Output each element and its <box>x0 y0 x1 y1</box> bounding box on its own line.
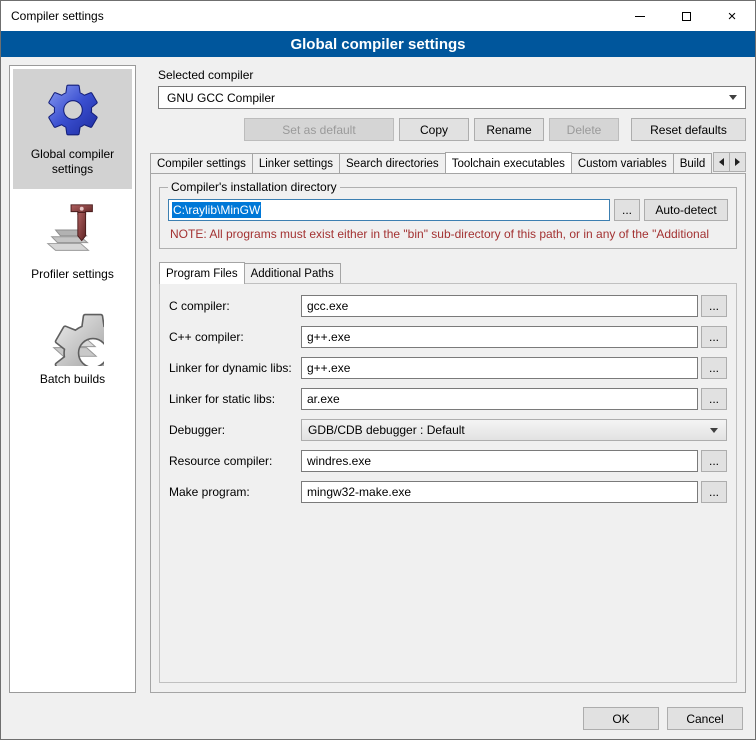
resource-compiler-label: Resource compiler: <box>169 454 301 468</box>
tab-scroll-buttons <box>714 152 746 172</box>
tab-additional-paths[interactable]: Additional Paths <box>244 263 341 283</box>
sidebar-item-label: Batch builds <box>40 372 105 387</box>
install-dir-input[interactable]: C:\raylib\MinGW <box>168 199 610 221</box>
title-bar: Compiler settings × <box>1 1 755 31</box>
linker-static-browse-button[interactable]: ... <box>701 388 727 410</box>
settings-tab-strip: Compiler settings Linker settings Search… <box>150 151 746 173</box>
c-compiler-label: C compiler: <box>169 299 301 313</box>
maximize-button[interactable] <box>663 1 709 31</box>
make-program-row: Make program: ... <box>169 481 727 503</box>
make-program-input[interactable] <box>301 481 698 503</box>
selected-compiler-combobox[interactable]: GNU GCC Compiler <box>158 86 746 109</box>
c-compiler-row: C compiler: ... <box>169 295 727 317</box>
sidebar-item-global-compiler-settings[interactable]: Global compiler settings <box>13 69 132 189</box>
tab-scroll-left-button[interactable] <box>713 152 730 172</box>
cpp-compiler-browse-button[interactable]: ... <box>701 326 727 348</box>
toolchain-executables-page: Compiler's installation directory C:\ray… <box>150 173 746 693</box>
tab-custom-variables[interactable]: Custom variables <box>571 153 674 173</box>
installation-directory-row: C:\raylib\MinGW ... Auto-detect <box>168 199 728 221</box>
install-dir-browse-button[interactable]: ... <box>614 199 640 221</box>
bin-subdirectory-note: NOTE: All programs must exist either in … <box>170 227 726 241</box>
tab-program-files[interactable]: Program Files <box>159 262 245 284</box>
resource-compiler-browse-button[interactable]: ... <box>701 450 727 472</box>
window-title: Compiler settings <box>1 9 104 23</box>
tab-search-directories[interactable]: Search directories <box>339 153 446 173</box>
c-compiler-browse-button[interactable]: ... <box>701 295 727 317</box>
cancel-button[interactable]: Cancel <box>667 707 743 730</box>
installation-directory-legend: Compiler's installation directory <box>168 180 340 194</box>
close-icon: × <box>728 9 737 24</box>
dialog-banner: Global compiler settings <box>1 31 755 57</box>
set-as-default-button[interactable]: Set as default <box>244 118 394 141</box>
sidebar-item-batch-builds[interactable]: Batch builds <box>13 294 132 399</box>
linker-dynamic-input[interactable] <box>301 357 698 379</box>
chevron-down-icon <box>710 428 718 433</box>
settings-sidebar: Global compiler settings Profiler settin… <box>9 65 136 693</box>
gray-gear-stack-icon <box>42 304 104 366</box>
profiler-tool-icon <box>42 199 104 261</box>
cpp-compiler-row: C++ compiler: ... <box>169 326 727 348</box>
window-controls: × <box>617 1 755 31</box>
make-program-browse-button[interactable]: ... <box>701 481 727 503</box>
dialog-footer: OK Cancel <box>583 707 743 730</box>
program-files-tab-strip: Program Files Additional Paths <box>159 261 737 283</box>
debugger-row: Debugger: GDB/CDB debugger : Default <box>169 419 727 441</box>
sidebar-item-label: Profiler settings <box>31 267 114 282</box>
copy-button[interactable]: Copy <box>399 118 469 141</box>
tab-toolchain-executables[interactable]: Toolchain executables <box>445 152 572 173</box>
debugger-combobox[interactable]: GDB/CDB debugger : Default <box>301 419 727 441</box>
rename-button[interactable]: Rename <box>474 118 544 141</box>
sidebar-item-label: Global compiler settings <box>15 147 130 177</box>
delete-button[interactable]: Delete <box>549 118 619 141</box>
linker-static-row: Linker for static libs: ... <box>169 388 727 410</box>
linker-static-input[interactable] <box>301 388 698 410</box>
chevron-down-icon <box>729 95 737 100</box>
cpp-compiler-label: C++ compiler: <box>169 330 301 344</box>
linker-static-label: Linker for static libs: <box>169 392 301 406</box>
install-dir-selected-text: C:\raylib\MinGW <box>172 202 261 218</box>
minimize-icon <box>635 16 645 17</box>
selected-compiler-label: Selected compiler <box>158 68 746 82</box>
installation-directory-groupbox: Compiler's installation directory C:\ray… <box>159 180 737 249</box>
program-files-page: C compiler: ... C++ compiler: ... <box>159 283 737 683</box>
tab-build-options[interactable]: Build <box>673 153 713 173</box>
right-arrow-icon <box>735 158 740 166</box>
compiler-settings-window: Compiler settings × Global compiler sett… <box>0 0 756 740</box>
linker-dynamic-row: Linker for dynamic libs: ... <box>169 357 727 379</box>
debugger-label: Debugger: <box>169 423 301 437</box>
ok-button[interactable]: OK <box>583 707 659 730</box>
left-arrow-icon <box>719 158 724 166</box>
tab-linker-settings[interactable]: Linker settings <box>252 153 340 173</box>
main-panel: Selected compiler GNU GCC Compiler Set a… <box>150 57 746 693</box>
make-program-label: Make program: <box>169 485 301 499</box>
reset-defaults-button[interactable]: Reset defaults <box>631 118 746 141</box>
selected-compiler-value: GNU GCC Compiler <box>167 91 729 105</box>
tab-scroll-right-button[interactable] <box>729 152 746 172</box>
minimize-button[interactable] <box>617 1 663 31</box>
linker-dynamic-browse-button[interactable]: ... <box>701 357 727 379</box>
sidebar-item-profiler-settings[interactable]: Profiler settings <box>13 189 132 294</box>
cpp-compiler-input[interactable] <box>301 326 698 348</box>
dialog-body: Global compiler settings Profiler settin… <box>1 57 755 739</box>
resource-compiler-input[interactable] <box>301 450 698 472</box>
maximize-icon <box>682 12 691 21</box>
compiler-buttons-row: Set as default Copy Rename Delete Reset … <box>158 118 746 141</box>
blue-gear-icon <box>42 79 104 141</box>
linker-dynamic-label: Linker for dynamic libs: <box>169 361 301 375</box>
tab-compiler-settings[interactable]: Compiler settings <box>150 153 253 173</box>
resource-compiler-row: Resource compiler: ... <box>169 450 727 472</box>
close-button[interactable]: × <box>709 1 755 31</box>
auto-detect-button[interactable]: Auto-detect <box>644 199 728 221</box>
c-compiler-input[interactable] <box>301 295 698 317</box>
debugger-value: GDB/CDB debugger : Default <box>308 423 710 437</box>
